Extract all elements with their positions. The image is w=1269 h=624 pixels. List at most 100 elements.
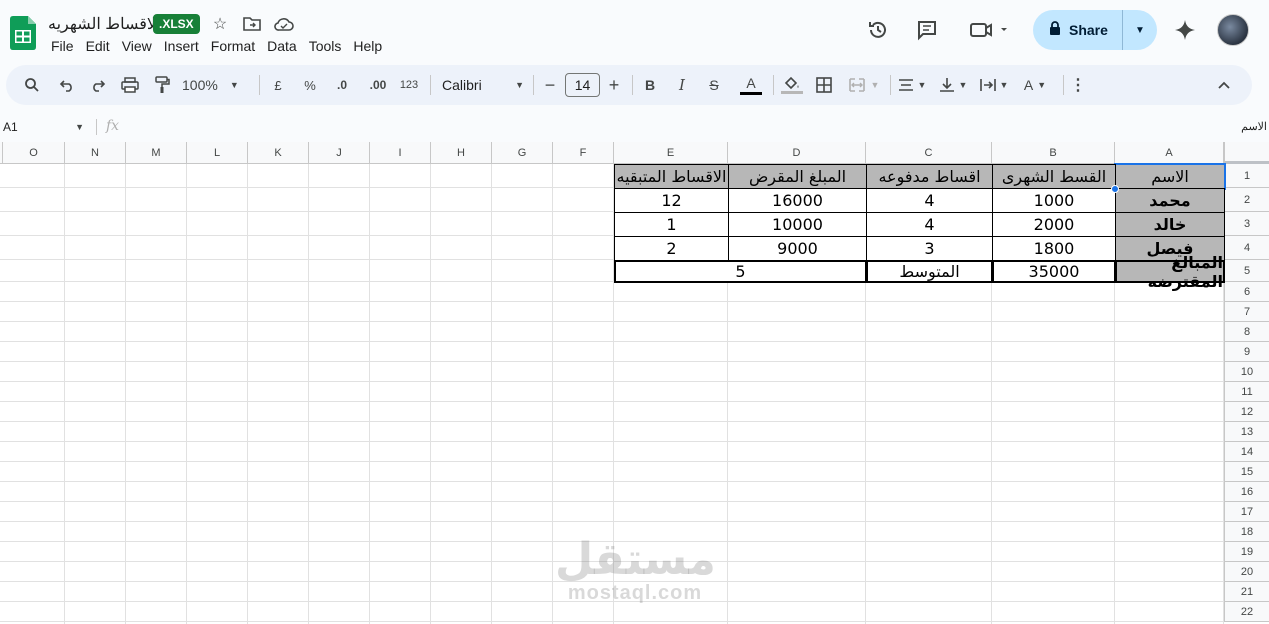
merge-cells-icon[interactable]: ▼ [844,65,884,105]
meet-icon[interactable] [968,18,1010,42]
column-header-n[interactable]: N [65,142,126,164]
menu-help[interactable]: Help [347,38,388,54]
header-cell-a[interactable]: الاسم [1114,163,1226,190]
row-header-1[interactable]: 1 [1224,164,1269,188]
data-cell-c[interactable]: 3 [866,236,993,261]
comments-icon[interactable] [915,18,939,42]
italic-button[interactable]: I [674,65,690,105]
user-avatar[interactable] [1217,14,1249,46]
column-header-e[interactable]: E [614,142,728,164]
font-size-input[interactable]: 14 [565,73,600,97]
select-all-corner[interactable] [1224,142,1269,164]
row-header-11[interactable]: 11 [1224,382,1269,402]
row-header-3[interactable]: 3 [1224,212,1269,236]
column-header-j[interactable]: J [309,142,370,164]
header-cell-e[interactable]: الاقساط المتبقيه [614,164,729,189]
column-header-i[interactable]: I [370,142,431,164]
column-header-c[interactable]: C [866,142,992,164]
row-header-9[interactable]: 9 [1224,342,1269,362]
row-header-14[interactable]: 14 [1224,442,1269,462]
header-cell-c[interactable]: اقساط مدفوعه [866,164,993,189]
data-cell-e[interactable]: 12 [614,188,729,213]
cloud-status-icon[interactable] [274,14,294,34]
increase-decimal-button[interactable]: .00 [364,65,392,105]
star-icon[interactable]: ☆ [210,14,230,34]
column-header-k[interactable]: K [248,142,309,164]
row-header-15[interactable]: 15 [1224,462,1269,482]
column-header-l[interactable]: L [187,142,248,164]
row-header-19[interactable]: 19 [1224,542,1269,562]
menu-file[interactable]: File [51,38,80,54]
share-dropdown-icon[interactable]: ▼ [1123,25,1157,36]
row-header-5[interactable]: 5 [1224,260,1269,282]
row-header-22[interactable]: 22 [1224,602,1269,622]
data-cell-b[interactable]: 2000 [992,212,1116,237]
menu-data[interactable]: Data [261,38,303,54]
data-cell-d[interactable]: 16000 [728,188,867,213]
column-header-g[interactable]: G [492,142,553,164]
data-cell-e[interactable]: 2 [614,236,729,261]
summary-average-label-cell[interactable]: المتوسط [866,260,993,283]
vertical-align-icon[interactable]: ▼ [935,65,971,105]
column-header-m[interactable]: M [126,142,187,164]
version-history-icon[interactable] [866,18,890,42]
collapse-menus-icon[interactable] [1214,65,1234,105]
move-folder-icon[interactable] [242,14,262,34]
data-cell-d[interactable]: 9000 [728,236,867,261]
print-icon[interactable] [118,65,142,105]
borders-icon[interactable] [812,65,836,105]
fill-color-button[interactable] [780,65,804,105]
decrease-font-size-button[interactable]: − [542,65,558,105]
row-header-4[interactable]: 4 [1224,236,1269,260]
menu-insert[interactable]: Insert [158,38,205,54]
data-cell-c[interactable]: 4 [866,188,993,213]
zoom-select[interactable]: 100% ▼ [182,65,250,105]
text-wrapping-icon[interactable]: ▼ [976,65,1012,105]
currency-format-button[interactable]: £ [268,65,288,105]
search-menus-icon[interactable] [20,65,44,105]
data-cell-d[interactable]: 10000 [728,212,867,237]
gemini-sparkle-icon[interactable] [1173,18,1197,42]
menu-view[interactable]: View [116,38,158,54]
paint-format-icon[interactable] [150,65,174,105]
data-cell-a[interactable]: خالد [1115,212,1225,237]
column-header-b[interactable]: B [992,142,1115,164]
formula-input[interactable]: الاسم [1241,120,1267,133]
fill-handle[interactable] [1111,185,1119,193]
sheets-logo-icon[interactable] [10,16,36,50]
row-header-12[interactable]: 12 [1224,402,1269,422]
row-header-7[interactable]: 7 [1224,302,1269,322]
summary-total-cell[interactable]: 35000 [992,260,1116,283]
more-formats-button[interactable]: 123 [396,65,422,105]
data-cell-b[interactable]: 1800 [992,236,1116,261]
row-header-10[interactable]: 10 [1224,362,1269,382]
row-header-16[interactable]: 16 [1224,482,1269,502]
data-cell-c[interactable]: 4 [866,212,993,237]
document-title[interactable]: الاقساط الشهريه [48,14,160,34]
menu-edit[interactable]: Edit [80,38,116,54]
menu-format[interactable]: Format [205,38,261,54]
menu-tools[interactable]: Tools [303,38,348,54]
percent-format-button[interactable]: % [300,65,320,105]
text-color-button[interactable]: A [739,65,763,105]
column-header-a[interactable]: A [1115,142,1224,164]
more-options-icon[interactable]: ⋮ [1070,65,1086,105]
font-select[interactable]: Calibri ▼ [442,65,524,105]
data-cell-b[interactable]: 1000 [992,188,1116,213]
data-cell-e[interactable]: 1 [614,212,729,237]
text-rotation-icon[interactable]: A ▼ [1017,65,1053,105]
column-header-o[interactable]: O [3,142,65,164]
row-header-2[interactable]: 2 [1224,188,1269,212]
column-header-h[interactable]: H [431,142,492,164]
row-header-8[interactable]: 8 [1224,322,1269,342]
row-header-18[interactable]: 18 [1224,522,1269,542]
column-header-f[interactable]: F [553,142,614,164]
data-cell-a[interactable]: محمد [1115,188,1225,213]
horizontal-align-icon[interactable]: ▼ [894,65,930,105]
share-button[interactable]: Share [1033,10,1123,50]
decrease-decimal-button[interactable]: .0 [329,65,355,105]
increase-font-size-button[interactable]: + [606,65,622,105]
row-header-17[interactable]: 17 [1224,502,1269,522]
row-header-20[interactable]: 20 [1224,562,1269,582]
redo-icon[interactable] [86,65,110,105]
